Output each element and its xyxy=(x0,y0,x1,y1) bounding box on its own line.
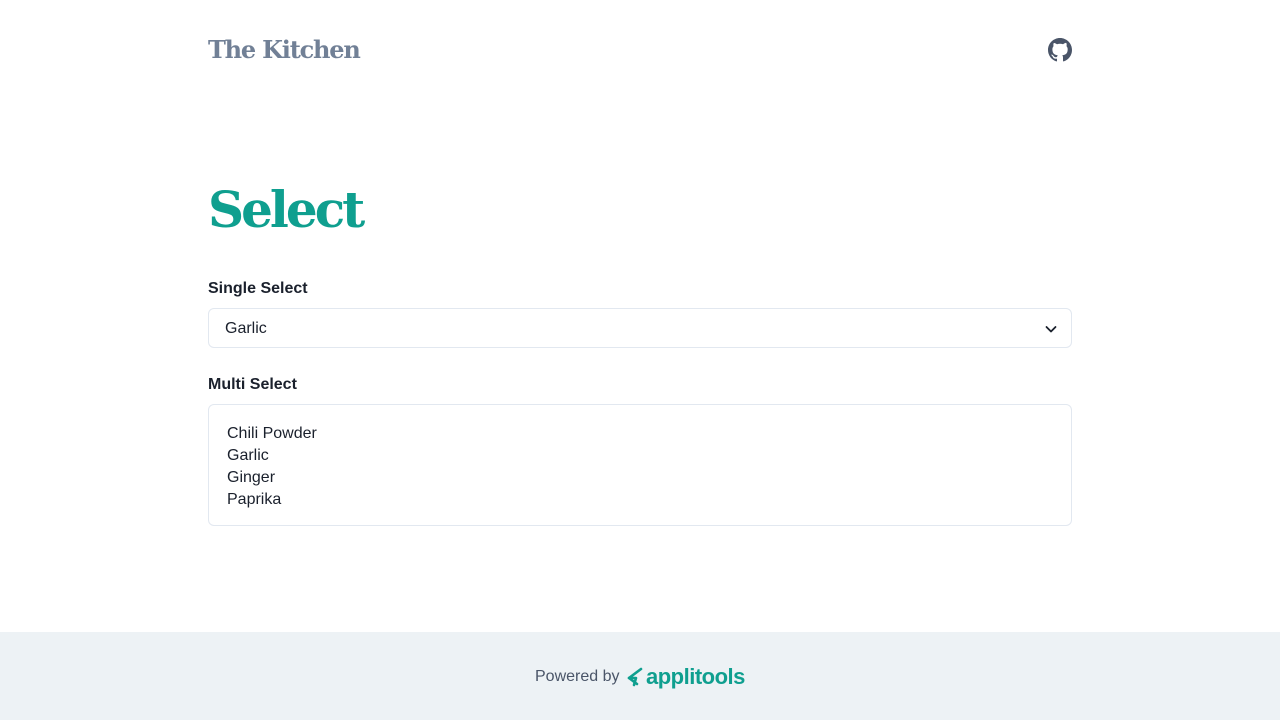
single-select-value: Garlic xyxy=(225,320,267,337)
page-container: The Kitchen Select Single Select Garlic … xyxy=(208,0,1072,526)
page-title: Select xyxy=(208,180,365,239)
applitools-link[interactable]: applitools xyxy=(626,664,745,690)
github-icon xyxy=(1048,38,1072,62)
multi-select-listbox[interactable]: Chili Powder Garlic Ginger Paprika xyxy=(208,404,1072,526)
applitools-brand-name: applitools xyxy=(646,664,745,689)
single-select-dropdown[interactable]: Garlic xyxy=(208,308,1072,348)
multi-select-option[interactable]: Garlic xyxy=(227,445,1053,467)
multi-select-option[interactable]: Paprika xyxy=(227,489,1053,511)
site-logo-link[interactable]: The Kitchen xyxy=(208,35,361,65)
multi-select-option[interactable]: Ginger xyxy=(227,467,1053,489)
single-select-label: Single Select xyxy=(208,280,308,297)
multi-select-option[interactable]: Chili Powder xyxy=(227,423,1053,445)
powered-by-text: Powered by xyxy=(535,668,620,685)
multi-select-label: Multi Select xyxy=(208,376,297,393)
header: The Kitchen xyxy=(208,0,1072,100)
applitools-logo-icon xyxy=(627,667,643,687)
chevron-down-icon xyxy=(1045,326,1057,333)
github-link[interactable] xyxy=(1048,38,1072,62)
